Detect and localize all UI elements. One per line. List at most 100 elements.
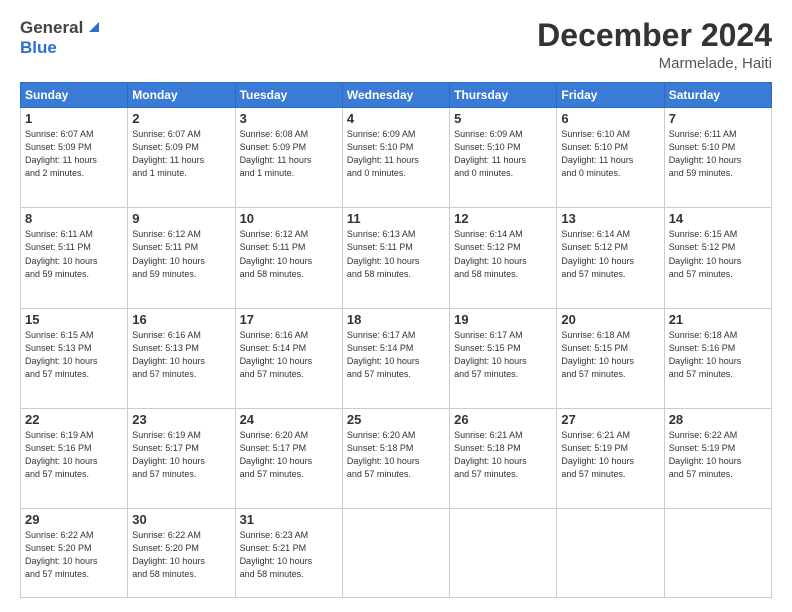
day-number: 8 <box>25 211 123 226</box>
day-info: Sunrise: 6:14 AM Sunset: 5:12 PM Dayligh… <box>561 228 659 280</box>
day-number: 16 <box>132 312 230 327</box>
calendar-col-friday: Friday <box>557 83 664 108</box>
day-number: 24 <box>240 412 338 427</box>
calendar-col-monday: Monday <box>128 83 235 108</box>
day-number: 26 <box>454 412 552 427</box>
day-info: Sunrise: 6:11 AM Sunset: 5:11 PM Dayligh… <box>25 228 123 280</box>
day-number: 23 <box>132 412 230 427</box>
calendar-cell: 26 Sunrise: 6:21 AM Sunset: 5:18 PM Dayli… <box>450 408 557 508</box>
calendar-cell: 4Sunrise: 6:09 AM Sunset: 5:10 PM Daylig… <box>342 108 449 208</box>
day-number: 1 <box>25 111 123 126</box>
calendar-cell: 23 Sunrise: 6:19 AM Sunset: 5:17 PM Dayli… <box>128 408 235 508</box>
day-info: Sunrise: 6:15 AM Sunset: 5:13 PM Dayligh… <box>25 329 123 381</box>
month-title: December 2024 <box>537 18 772 53</box>
day-info: Sunrise: 6:17 AM Sunset: 5:14 PM Dayligh… <box>347 329 445 381</box>
logo: General Blue <box>20 18 103 58</box>
calendar-cell: 14 Sunrise: 6:15 AM Sunset: 5:12 PM Dayli… <box>664 208 771 308</box>
day-info: Sunrise: 6:12 AM Sunset: 5:11 PM Dayligh… <box>132 228 230 280</box>
day-number: 29 <box>25 512 123 527</box>
day-info: Sunrise: 6:07 AM Sunset: 5:09 PM Dayligh… <box>25 128 123 180</box>
calendar-cell: 10 Sunrise: 6:12 AM Sunset: 5:11 PM Dayli… <box>235 208 342 308</box>
day-number: 12 <box>454 211 552 226</box>
day-info: Sunrise: 6:13 AM Sunset: 5:11 PM Dayligh… <box>347 228 445 280</box>
day-number: 28 <box>669 412 767 427</box>
day-info: Sunrise: 6:19 AM Sunset: 5:16 PM Dayligh… <box>25 429 123 481</box>
day-info: Sunrise: 6:16 AM Sunset: 5:13 PM Dayligh… <box>132 329 230 381</box>
calendar-cell: 18 Sunrise: 6:17 AM Sunset: 5:14 PM Dayli… <box>342 308 449 408</box>
calendar-cell: 5Sunrise: 6:09 AM Sunset: 5:10 PM Daylig… <box>450 108 557 208</box>
calendar-week-row: 1 Sunrise: 6:07 AM Sunset: 5:09 PM Daylig… <box>21 108 772 208</box>
day-number: 2 <box>132 111 230 126</box>
calendar-cell: 29 Sunrise: 6:22 AM Sunset: 5:20 PM Dayli… <box>21 509 128 598</box>
calendar-cell <box>342 509 449 598</box>
day-info: Sunrise: 6:08 AM Sunset: 5:09 PM Dayligh… <box>240 128 338 180</box>
calendar-cell <box>557 509 664 598</box>
day-info: Sunrise: 6:20 AM Sunset: 5:17 PM Dayligh… <box>240 429 338 481</box>
day-number: 6 <box>561 111 659 126</box>
day-number: 13 <box>561 211 659 226</box>
day-info: Sunrise: 6:19 AM Sunset: 5:17 PM Dayligh… <box>132 429 230 481</box>
day-number: 15 <box>25 312 123 327</box>
day-number: 25 <box>347 412 445 427</box>
day-number: 21 <box>669 312 767 327</box>
calendar-cell: 31Sunrise: 6:23 AM Sunset: 5:21 PM Dayli… <box>235 509 342 598</box>
calendar-cell: 21 Sunrise: 6:18 AM Sunset: 5:16 PM Dayli… <box>664 308 771 408</box>
calendar-cell: 19 Sunrise: 6:17 AM Sunset: 5:15 PM Dayli… <box>450 308 557 408</box>
day-number: 19 <box>454 312 552 327</box>
calendar-cell <box>450 509 557 598</box>
calendar-cell: 28 Sunrise: 6:22 AM Sunset: 5:19 PM Dayli… <box>664 408 771 508</box>
calendar-cell: 22Sunrise: 6:19 AM Sunset: 5:16 PM Dayli… <box>21 408 128 508</box>
calendar-col-sunday: Sunday <box>21 83 128 108</box>
day-info: Sunrise: 6:09 AM Sunset: 5:10 PM Dayligh… <box>347 128 445 180</box>
day-info: Sunrise: 6:12 AM Sunset: 5:11 PM Dayligh… <box>240 228 338 280</box>
calendar-col-tuesday: Tuesday <box>235 83 342 108</box>
calendar-cell: 24 Sunrise: 6:20 AM Sunset: 5:17 PM Dayli… <box>235 408 342 508</box>
logo-general: General <box>20 18 83 38</box>
title-area: December 2024 Marmelade, Haiti <box>537 18 772 72</box>
day-number: 10 <box>240 211 338 226</box>
day-info: Sunrise: 6:23 AM Sunset: 5:21 PM Dayligh… <box>240 529 338 581</box>
calendar-cell: 16 Sunrise: 6:16 AM Sunset: 5:13 PM Dayli… <box>128 308 235 408</box>
logo-icon <box>85 18 103 36</box>
day-number: 7 <box>669 111 767 126</box>
day-info: Sunrise: 6:18 AM Sunset: 5:16 PM Dayligh… <box>669 329 767 381</box>
calendar-cell: 2Sunrise: 6:07 AM Sunset: 5:09 PM Daylig… <box>128 108 235 208</box>
day-info: Sunrise: 6:20 AM Sunset: 5:18 PM Dayligh… <box>347 429 445 481</box>
calendar-cell <box>664 509 771 598</box>
calendar-col-wednesday: Wednesday <box>342 83 449 108</box>
calendar-cell: 3Sunrise: 6:08 AM Sunset: 5:09 PM Daylig… <box>235 108 342 208</box>
day-info: Sunrise: 6:10 AM Sunset: 5:10 PM Dayligh… <box>561 128 659 180</box>
calendar-cell: 17Sunrise: 6:16 AM Sunset: 5:14 PM Dayli… <box>235 308 342 408</box>
day-info: Sunrise: 6:14 AM Sunset: 5:12 PM Dayligh… <box>454 228 552 280</box>
calendar-col-thursday: Thursday <box>450 83 557 108</box>
day-info: Sunrise: 6:22 AM Sunset: 5:20 PM Dayligh… <box>25 529 123 581</box>
calendar-cell: 27Sunrise: 6:21 AM Sunset: 5:19 PM Dayli… <box>557 408 664 508</box>
day-info: Sunrise: 6:17 AM Sunset: 5:15 PM Dayligh… <box>454 329 552 381</box>
calendar-week-row: 8 Sunrise: 6:11 AM Sunset: 5:11 PM Daylig… <box>21 208 772 308</box>
page: General Blue December 2024 Marmelade, Ha… <box>0 0 792 612</box>
logo-blue: Blue <box>20 38 57 58</box>
header: General Blue December 2024 Marmelade, Ha… <box>20 18 772 72</box>
day-number: 27 <box>561 412 659 427</box>
day-number: 14 <box>669 211 767 226</box>
day-info: Sunrise: 6:22 AM Sunset: 5:20 PM Dayligh… <box>132 529 230 581</box>
calendar-col-saturday: Saturday <box>664 83 771 108</box>
calendar-table: SundayMondayTuesdayWednesdayThursdayFrid… <box>20 82 772 598</box>
day-info: Sunrise: 6:21 AM Sunset: 5:18 PM Dayligh… <box>454 429 552 481</box>
calendar-week-row: 22Sunrise: 6:19 AM Sunset: 5:16 PM Dayli… <box>21 408 772 508</box>
calendar-cell: 25 Sunrise: 6:20 AM Sunset: 5:18 PM Dayli… <box>342 408 449 508</box>
day-number: 11 <box>347 211 445 226</box>
day-info: Sunrise: 6:22 AM Sunset: 5:19 PM Dayligh… <box>669 429 767 481</box>
location: Marmelade, Haiti <box>537 55 772 72</box>
calendar-cell: 15 Sunrise: 6:15 AM Sunset: 5:13 PM Dayli… <box>21 308 128 408</box>
calendar-cell: 7 Sunrise: 6:11 AM Sunset: 5:10 PM Daylig… <box>664 108 771 208</box>
day-info: Sunrise: 6:18 AM Sunset: 5:15 PM Dayligh… <box>561 329 659 381</box>
day-info: Sunrise: 6:15 AM Sunset: 5:12 PM Dayligh… <box>669 228 767 280</box>
calendar-cell: 13 Sunrise: 6:14 AM Sunset: 5:12 PM Dayli… <box>557 208 664 308</box>
day-info: Sunrise: 6:16 AM Sunset: 5:14 PM Dayligh… <box>240 329 338 381</box>
day-number: 9 <box>132 211 230 226</box>
calendar-cell: 1 Sunrise: 6:07 AM Sunset: 5:09 PM Daylig… <box>21 108 128 208</box>
day-info: Sunrise: 6:11 AM Sunset: 5:10 PM Dayligh… <box>669 128 767 180</box>
calendar-header-row: SundayMondayTuesdayWednesdayThursdayFrid… <box>21 83 772 108</box>
day-number: 18 <box>347 312 445 327</box>
